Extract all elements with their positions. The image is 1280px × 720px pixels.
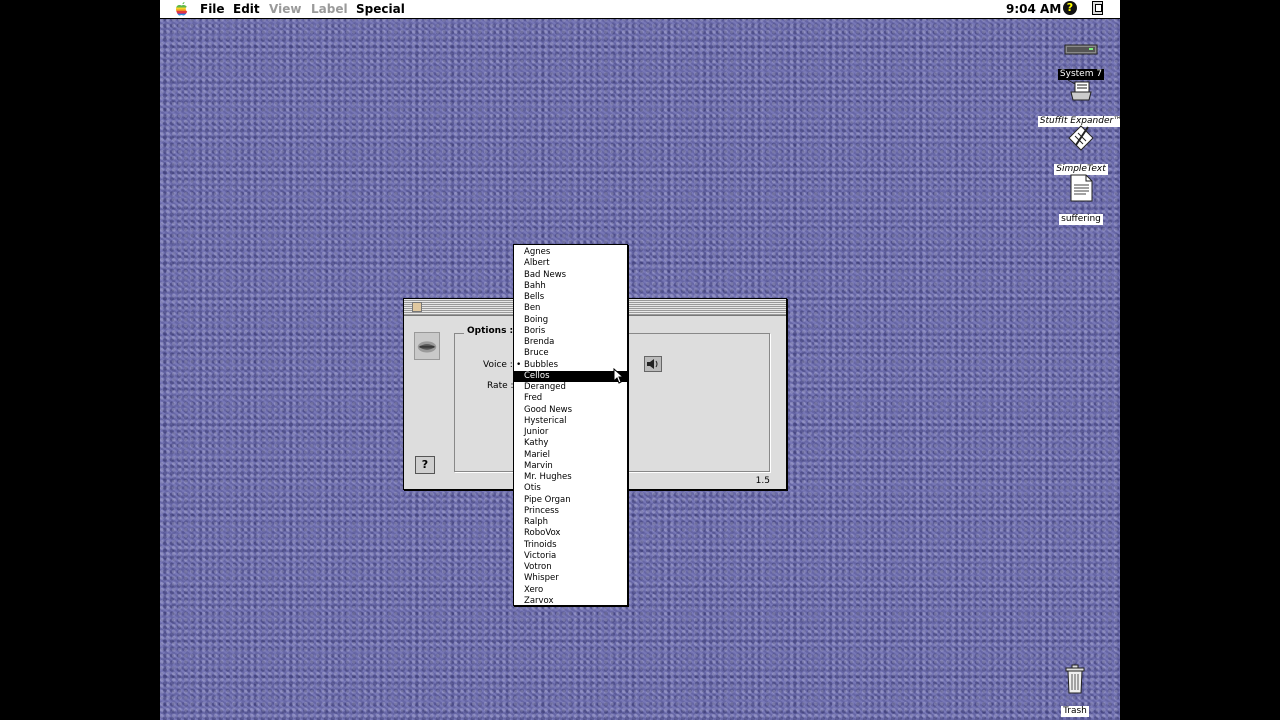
voice-menu-item[interactable]: Xero xyxy=(514,585,627,596)
menu-clock[interactable]: 9:04 AM xyxy=(1006,1,1061,17)
mouth-icon xyxy=(414,332,440,360)
voice-menu-item[interactable]: Bad News xyxy=(514,270,627,281)
voice-menu-item[interactable]: Brenda xyxy=(514,337,627,348)
voice-menu-item[interactable]: Zarvox xyxy=(514,596,627,607)
speaker-icon xyxy=(647,359,658,369)
desktop-icon-trash[interactable]: Trash xyxy=(1030,664,1120,717)
desktop-icon-label: suffering xyxy=(1059,214,1103,225)
desktop-icon-label: Trash xyxy=(1061,706,1089,717)
voice-menu-item[interactable]: Princess xyxy=(514,506,627,517)
desktop-icon-simpletext[interactable]: SimpleText xyxy=(1036,124,1120,175)
voice-menu-item[interactable]: Bruce xyxy=(514,348,627,359)
speaker-test-button[interactable] xyxy=(644,356,662,372)
voice-menu-item[interactable]: Bells xyxy=(514,292,627,303)
desktop-icon-system7[interactable]: System 7 xyxy=(1036,42,1120,80)
voice-menu-item[interactable]: Good News xyxy=(514,405,627,416)
voice-menu-item[interactable]: Junior xyxy=(514,427,627,438)
rate-label: Rate : xyxy=(487,381,514,391)
voice-menu-item[interactable]: Fred xyxy=(514,393,627,404)
voice-menu-item[interactable]: Boing xyxy=(514,315,627,326)
voice-menu-item[interactable]: Bubbles xyxy=(514,360,627,372)
voice-menu-item[interactable]: Boris xyxy=(514,326,627,337)
menu-file[interactable]: File xyxy=(200,1,225,17)
desktop: File Edit View Label Special 9:04 AM ? S… xyxy=(160,0,1120,720)
voice-menu-item[interactable]: Kathy xyxy=(514,438,627,449)
close-box-icon[interactable] xyxy=(412,302,422,312)
voice-menu-item[interactable]: Deranged xyxy=(514,382,627,393)
menu-edit[interactable]: Edit xyxy=(233,1,260,17)
voice-menu-item[interactable]: Hysterical xyxy=(514,416,627,427)
help-button[interactable]: ? xyxy=(415,456,435,474)
menu-bar: File Edit View Label Special 9:04 AM ? xyxy=(160,0,1120,19)
desktop-icon-stuffit[interactable]: StuffIt Expander™ xyxy=(1036,78,1120,127)
desktop-icon-suffering[interactable]: suffering xyxy=(1036,174,1120,225)
voice-menu-item[interactable]: Trinoids xyxy=(514,540,627,551)
application-menu-icon[interactable] xyxy=(1092,1,1103,15)
voice-menu-item[interactable]: Pipe Organ xyxy=(514,495,627,506)
voice-menu-item[interactable]: Ralph xyxy=(514,517,627,528)
version-label: 1.5 xyxy=(755,476,770,486)
menu-label[interactable]: Label xyxy=(311,1,348,17)
voice-menu-item[interactable]: Ben xyxy=(514,303,627,314)
document-icon xyxy=(1070,174,1093,202)
voice-menu-item[interactable]: Mr. Hughes xyxy=(514,472,627,483)
voice-popup-menu: Agnes Albert Bad News Bahh Bells Ben Boing Bori… xyxy=(513,244,628,606)
voice-label: Voice : xyxy=(483,360,513,370)
voice-menu-item[interactable]: Marvin xyxy=(514,461,627,472)
voice-menu-item[interactable]: Agnes xyxy=(514,247,627,258)
menu-special[interactable]: Special xyxy=(356,1,405,17)
hard-drive-icon xyxy=(1064,44,1098,55)
voice-menu-item[interactable]: Albert xyxy=(514,258,627,269)
voice-menu-item[interactable]: Whisper xyxy=(514,573,627,584)
help-menu-icon[interactable]: ? xyxy=(1063,1,1077,15)
voice-menu-item[interactable]: Cellos xyxy=(514,370,627,382)
options-label: Options : xyxy=(464,326,517,336)
mouse-cursor-icon xyxy=(613,368,625,384)
voice-menu-item[interactable]: Victoria xyxy=(514,551,627,562)
stuffit-icon xyxy=(1067,79,1092,101)
voice-menu-item[interactable]: Bahh xyxy=(514,281,627,292)
voice-menu-item[interactable]: Otis xyxy=(514,483,627,494)
voice-menu-item[interactable]: RoboVox xyxy=(514,528,627,539)
menu-view[interactable]: View xyxy=(269,1,301,17)
voice-menu-item[interactable]: Votron xyxy=(514,562,627,573)
voice-menu-item[interactable]: Mariel xyxy=(514,450,627,461)
apple-menu-icon[interactable] xyxy=(175,2,188,16)
simpletext-icon xyxy=(1068,125,1094,151)
trash-icon xyxy=(1065,664,1085,694)
